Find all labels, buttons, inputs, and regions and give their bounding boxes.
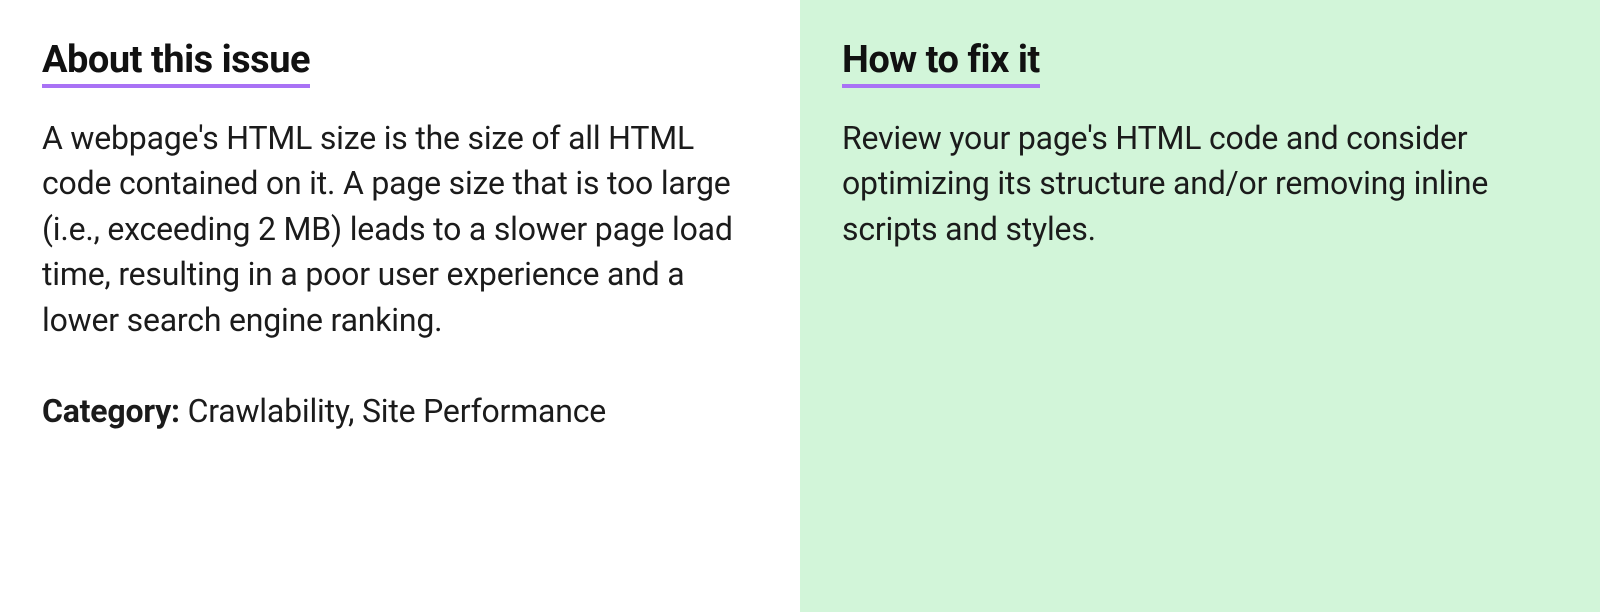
about-panel: About this issue A webpage's HTML size i… bbox=[0, 0, 800, 612]
fix-heading: How to fix it bbox=[842, 38, 1040, 88]
about-heading: About this issue bbox=[42, 38, 310, 88]
category-line: Category: Crawlability, Site Performance bbox=[42, 389, 758, 434]
category-value: Crawlability, Site Performance bbox=[188, 392, 606, 430]
about-description: A webpage's HTML size is the size of all… bbox=[42, 116, 758, 343]
fix-description: Review your page's HTML code and conside… bbox=[842, 116, 1558, 252]
fix-panel: How to fix it Review your page's HTML co… bbox=[800, 0, 1600, 612]
category-label: Category: bbox=[42, 392, 188, 430]
